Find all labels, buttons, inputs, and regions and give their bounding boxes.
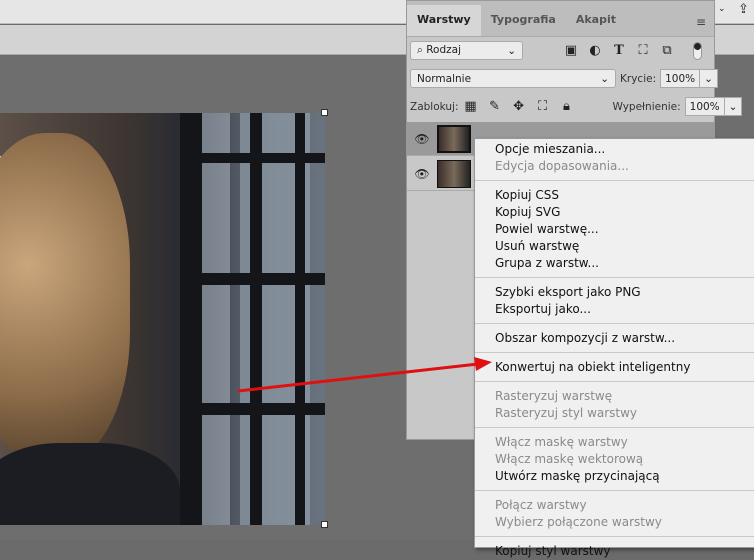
eye-icon[interactable]: 👁︎	[407, 132, 437, 146]
menu-separator	[475, 536, 754, 537]
menu-separator	[475, 323, 754, 324]
lock-transparency-icon[interactable]: ▦	[459, 99, 483, 114]
adjustment-filter-icon[interactable]: ◐	[583, 43, 607, 58]
menu-item: Rasteryzuj warstwę	[495, 389, 613, 403]
eye-icon[interactable]: 👁︎	[407, 167, 437, 181]
tab-typography[interactable]: Typografia	[481, 5, 566, 36]
menu-item[interactable]: Powiel warstwę...	[475, 221, 754, 238]
lock-label: Zablokuj:	[410, 100, 459, 113]
menu-separator	[475, 352, 754, 353]
menu-item[interactable]: Kopiuj CSS	[475, 187, 754, 204]
chevron-down-icon: ⌄	[600, 72, 609, 85]
chevron-down-icon[interactable]: ⌄	[718, 4, 726, 14]
filter-select[interactable]: ⌕ Rodzaj ⌄	[410, 41, 523, 60]
panel-menu-icon[interactable]: ≡	[696, 15, 706, 29]
fill-field[interactable]: 100% ⌄	[684, 97, 743, 116]
menu-item[interactable]: Konwertuj na obiekt inteligentny	[475, 359, 754, 376]
menu-item[interactable]: Kopiuj SVG	[475, 204, 754, 221]
filter-toggle[interactable]	[693, 41, 702, 60]
chevron-down-icon: ⌄	[507, 44, 516, 57]
opacity-label: Krycie:	[620, 72, 657, 85]
menu-item: Włącz maskę wektorową	[495, 452, 644, 466]
fill-label: Wypełnienie:	[612, 100, 681, 113]
smart-object-filter-icon[interactable]: ⧉	[655, 43, 679, 58]
menu-item[interactable]: Utwórz maskę przycinającą	[475, 468, 754, 485]
menu-item[interactable]: Opcje mieszania...	[475, 141, 754, 158]
layer-thumbnail	[437, 124, 471, 153]
tab-layers[interactable]: Warstwy	[407, 5, 481, 36]
lock-position-icon[interactable]: ✥	[507, 99, 531, 114]
menu-item[interactable]: Usuń warstwę	[475, 238, 754, 255]
document-image	[0, 113, 325, 525]
menu-separator	[475, 277, 754, 278]
menu-item[interactable]: Obszar kompozycji z warstw...	[475, 330, 754, 347]
menu-item: Włącz maskę warstwy	[495, 435, 628, 449]
context-menu: Opcje mieszania... Edycja dopasowania... K…	[474, 138, 754, 558]
blend-mode-select[interactable]: Normalnie ⌄	[410, 69, 616, 88]
lock-paint-icon[interactable]: ✎	[483, 99, 507, 114]
tab-paragraph[interactable]: Akapit	[566, 5, 626, 36]
menu-item[interactable]: Eksportuj jako...	[475, 301, 754, 318]
menu-separator	[475, 381, 754, 382]
menu-item[interactable]: Kopiuj styl warstwy	[475, 543, 754, 560]
menu-item[interactable]: Grupa z warstw...	[475, 255, 754, 272]
image-filter-icon[interactable]: ▣	[559, 43, 583, 58]
opacity-field[interactable]: 100% ⌄	[660, 69, 718, 88]
menu-item: Edycja dopasowania...	[495, 159, 629, 173]
lock-artboard-icon[interactable]: ⛶	[531, 99, 555, 114]
layer-thumbnail	[437, 159, 471, 188]
menu-separator	[475, 427, 754, 428]
menu-item: Rasteryzuj styl warstwy	[495, 406, 638, 420]
type-filter-icon[interactable]: T	[607, 43, 631, 58]
share-icon[interactable]: ⇪	[738, 2, 749, 17]
shape-filter-icon[interactable]: ⛶	[631, 43, 655, 58]
lock-all-icon[interactable]: 🔒︎	[555, 99, 579, 114]
menu-item[interactable]: Szybki eksport jako PNG	[475, 284, 754, 301]
chevron-down-icon[interactable]: ⌄	[700, 70, 717, 87]
menu-separator	[475, 490, 754, 491]
menu-item: Połącz warstwy	[495, 498, 587, 512]
menu-separator	[475, 180, 754, 181]
transform-handle[interactable]	[321, 109, 328, 116]
chevron-down-icon[interactable]: ⌄	[725, 98, 742, 115]
menu-item: Wybierz połączone warstwy	[495, 515, 662, 529]
transform-handle[interactable]	[321, 521, 328, 528]
search-icon: ⌕	[417, 44, 427, 56]
